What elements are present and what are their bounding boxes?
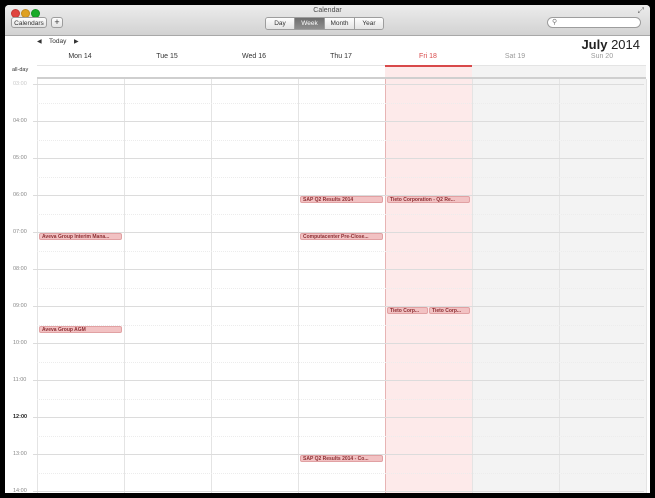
calendar-event[interactable]: SAP Q2 Results 2014 — [300, 196, 383, 203]
hour-line — [33, 380, 644, 381]
hour-label: 10:00 — [13, 340, 27, 346]
hour-line — [33, 121, 644, 122]
half-hour-line — [37, 287, 644, 289]
fullscreen-icon[interactable]: ⤢ — [638, 6, 644, 16]
window-title: Calendar — [313, 7, 342, 14]
today-column — [385, 79, 472, 493]
date-navigation: ◀ Today ▶ July 2014 — [5, 35, 650, 52]
week-grid[interactable]: 03:00 04:00 05:00 06:00 07:00 08:00 09:00 10:00… — [5, 79, 650, 493]
half-hour-line — [37, 139, 644, 141]
day-header[interactable]: Wed 16 — [211, 53, 297, 60]
calendar-event[interactable]: Tieto Corp... — [387, 307, 428, 314]
column-divider — [37, 79, 38, 493]
half-hour-line — [37, 250, 644, 252]
calendar-event[interactable]: SAP Q2 Results 2014 - Co... — [300, 455, 383, 462]
hour-label: 12:00 — [13, 414, 28, 420]
view-switcher: Day Week Month Year — [265, 17, 384, 30]
hour-line — [33, 417, 644, 418]
month-title: July 2014 — [581, 37, 640, 52]
search-input[interactable]: ⚲ — [547, 17, 641, 28]
hour-label: 14:00 — [13, 488, 27, 493]
hour-label: 13:00 — [13, 451, 27, 457]
hour-label: 08:00 — [13, 266, 27, 272]
column-divider — [646, 79, 647, 493]
hour-label: 07:00 — [13, 229, 27, 235]
month-name: July — [581, 37, 608, 52]
half-hour-line — [37, 176, 644, 178]
day-header[interactable]: Sun 20 — [559, 53, 645, 60]
view-day-button[interactable]: Day — [266, 18, 295, 29]
hour-line — [33, 84, 644, 85]
hour-label: 05:00 — [13, 155, 27, 161]
half-hour-line — [37, 435, 644, 437]
hour-line — [33, 306, 644, 307]
calendar-window: Calendar ⤢ Calendars + Day Week Month Year … — [5, 5, 650, 493]
column-divider — [211, 79, 212, 493]
column-divider — [559, 79, 560, 493]
calendar-event[interactable]: Tieto Corp... — [429, 307, 470, 314]
hour-line — [33, 158, 644, 159]
year: 2014 — [611, 37, 640, 52]
calendar-event[interactable]: Aveva Group AGM — [39, 325, 122, 333]
half-hour-line — [37, 102, 644, 104]
all-day-cell[interactable] — [298, 65, 385, 79]
column-divider — [472, 79, 473, 493]
hour-line — [33, 491, 644, 492]
today-button[interactable]: Today — [49, 38, 66, 45]
all-day-cell[interactable] — [472, 65, 559, 79]
hour-label: 03:00 — [13, 81, 27, 87]
day-header[interactable]: Tue 15 — [124, 53, 210, 60]
half-hour-line — [37, 324, 644, 326]
day-header[interactable]: Sat 19 — [472, 53, 558, 60]
half-hour-line — [37, 213, 644, 215]
day-header[interactable]: Mon 14 — [37, 53, 123, 60]
view-week-button[interactable]: Week — [295, 18, 325, 29]
weekend-column — [559, 79, 646, 493]
calendar-event[interactable]: Tieto Corporation - Q2 Re... — [387, 196, 470, 203]
weekend-column — [472, 79, 559, 493]
all-day-label: all-day — [12, 67, 29, 73]
hour-label: 06:00 — [13, 192, 27, 198]
calendars-button[interactable]: Calendars — [11, 17, 47, 28]
all-day-cell[interactable] — [385, 65, 472, 79]
view-year-button[interactable]: Year — [355, 18, 383, 29]
day-header[interactable]: Fri 18 — [385, 53, 471, 60]
hour-line — [33, 343, 644, 344]
day-header[interactable]: Thu 17 — [298, 53, 384, 60]
column-divider — [124, 79, 125, 493]
next-week-button[interactable]: ▶ — [74, 38, 79, 45]
all-day-cell[interactable] — [559, 65, 646, 79]
all-day-row: all-day — [5, 65, 650, 79]
hour-label: 11:00 — [13, 377, 27, 383]
calendar-event[interactable]: Aveva Group Interim Mana... — [39, 233, 122, 240]
half-hour-line — [37, 361, 644, 363]
half-hour-line — [37, 472, 644, 474]
column-divider — [298, 79, 299, 493]
add-event-button[interactable]: + — [51, 17, 63, 28]
hour-label: 04:00 — [13, 118, 27, 124]
calendar-event[interactable]: Computacenter Pre-Close... — [300, 233, 383, 240]
all-day-cell[interactable] — [211, 65, 298, 79]
hour-label: 09:00 — [13, 303, 27, 309]
all-day-cell[interactable] — [37, 65, 124, 79]
half-hour-line — [37, 398, 644, 400]
view-month-button[interactable]: Month — [325, 18, 355, 29]
search-icon: ⚲ — [552, 19, 558, 26]
column-divider — [385, 79, 386, 493]
hour-line — [33, 269, 644, 270]
all-day-cell[interactable] — [124, 65, 211, 79]
previous-week-button[interactable]: ◀ — [37, 38, 42, 45]
toolbar: Calendar ⤢ Calendars + Day Week Month Year … — [5, 5, 650, 36]
day-headers: Mon 14 Tue 15 Wed 16 Thu 17 Fri 18 Sat 19 Sun … — [5, 51, 650, 65]
